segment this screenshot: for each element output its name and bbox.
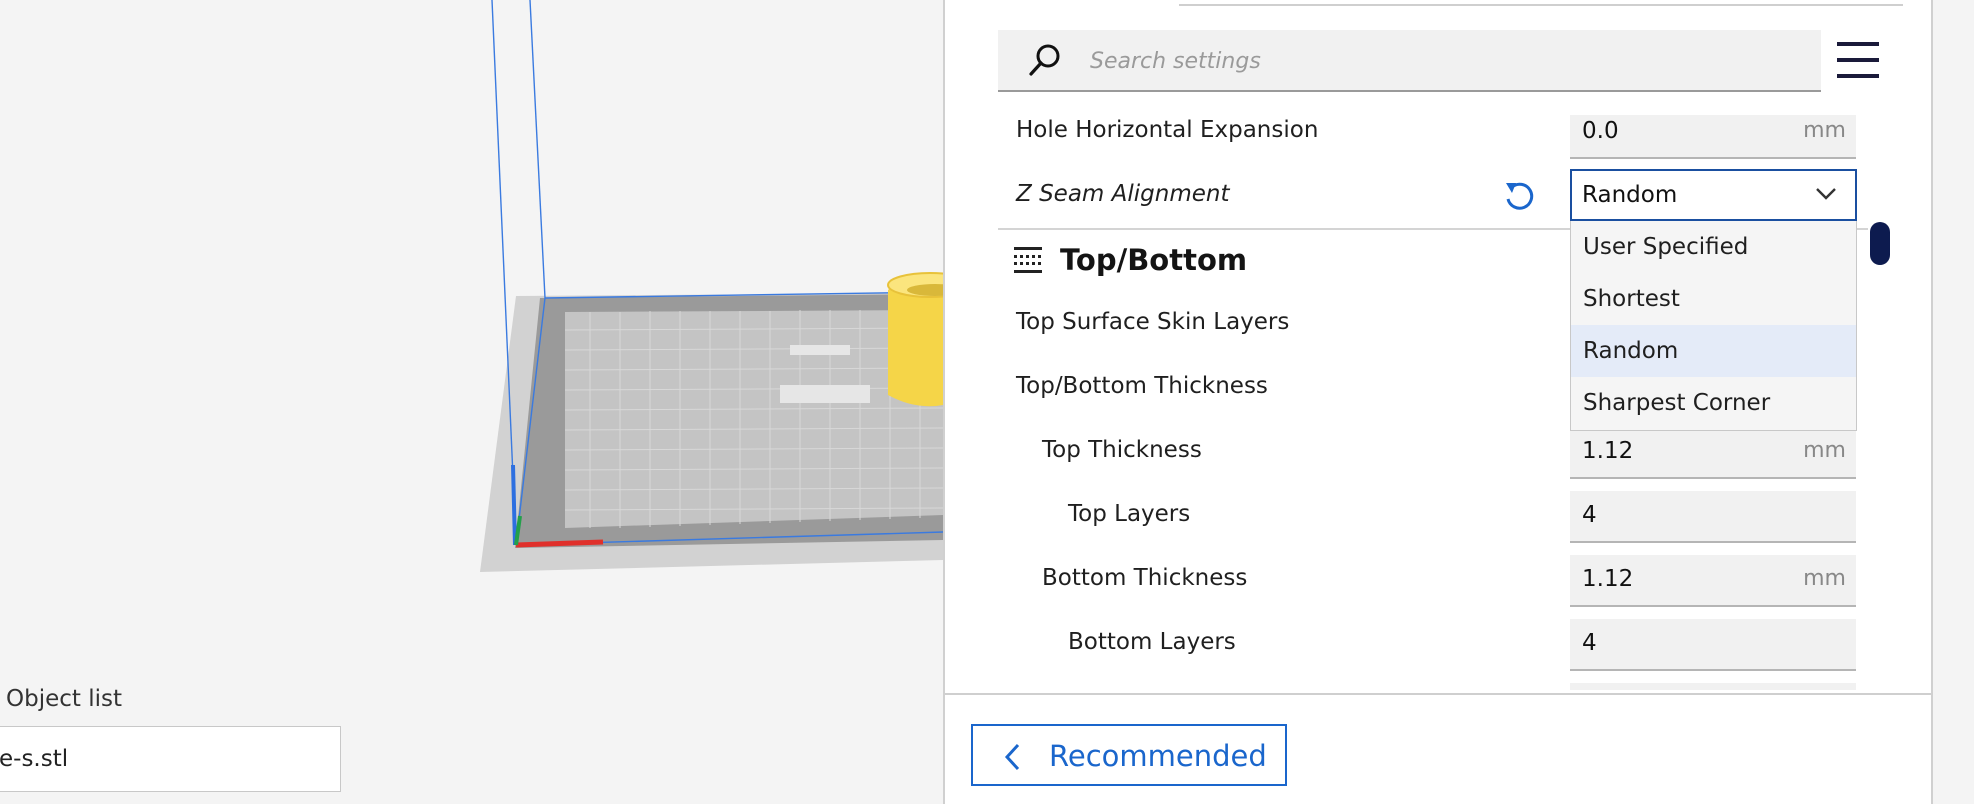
field-value: 0.0	[1582, 118, 1619, 144]
top-thickness-field[interactable]: 1.12 mm	[1570, 427, 1856, 479]
category-title: Top/Bottom	[1060, 243, 1248, 277]
dropdown-selected-value: Random	[1582, 182, 1678, 208]
setting-row-top-layers: Top Layers 4	[998, 485, 1858, 549]
setting-label: Bottom Layers	[1068, 629, 1236, 655]
search-icon	[1029, 44, 1060, 76]
next-setting-field[interactable]	[1570, 683, 1856, 690]
settings-menu-icon[interactable]	[1837, 40, 1879, 80]
header-divider	[1179, 0, 1903, 6]
top-layers-field[interactable]: 4	[1570, 491, 1856, 543]
setting-row-bottom-thickness: Bottom Thickness 1.12 mm	[998, 549, 1858, 613]
hole-expansion-field[interactable]: 0.0 mm	[1570, 115, 1856, 159]
field-unit: mm	[1803, 118, 1846, 143]
recommended-label: Recommended	[1049, 739, 1267, 773]
setting-label: Top Thickness	[1042, 437, 1202, 463]
object-list-label: Object list	[6, 686, 122, 712]
search-input[interactable]	[1088, 40, 1792, 82]
field-value: 1.12	[1582, 438, 1634, 464]
field-unit: mm	[1803, 438, 1846, 463]
build-plate-scene	[480, 0, 943, 572]
setting-row-hole-expansion: Hole Horizontal Expansion 0.0 mm	[998, 115, 1858, 165]
chevron-down-icon	[1816, 188, 1836, 200]
dropdown-option-shortest[interactable]: Shortest	[1571, 273, 1856, 325]
chevron-left-icon	[1004, 743, 1020, 771]
settings-scrollbar-thumb[interactable]	[1870, 222, 1890, 265]
print-settings-panel: Hole Horizontal Expansion 0.0 mm Z Seam …	[943, 0, 1933, 804]
dropdown-option-random[interactable]: Random	[1571, 325, 1856, 377]
setting-label: Top/Bottom Thickness	[1016, 373, 1268, 399]
window-edge	[1933, 0, 1974, 804]
field-value: 4	[1582, 502, 1597, 528]
z-seam-alignment-dropdown[interactable]: Random	[1570, 169, 1857, 221]
footer-divider	[945, 693, 1931, 695]
field-value: 4	[1582, 630, 1597, 656]
bottom-thickness-field[interactable]: 1.12 mm	[1570, 555, 1856, 607]
3d-viewport[interactable]: Object list e-s.stl	[0, 0, 943, 804]
reset-icon[interactable]	[1502, 179, 1536, 213]
setting-label: Bottom Thickness	[1042, 565, 1248, 591]
dropdown-option-user-specified[interactable]: User Specified	[1571, 221, 1856, 273]
recommended-button[interactable]: Recommended	[971, 724, 1287, 786]
setting-label: Top Surface Skin Layers	[1016, 309, 1290, 335]
field-unit: mm	[1803, 566, 1846, 591]
setting-row-bottom-layers: Bottom Layers 4	[998, 613, 1858, 677]
z-seam-options-list: User Specified Shortest Random Sharpest …	[1570, 221, 1857, 431]
top-bottom-category-icon	[1014, 247, 1042, 273]
object-list-item[interactable]: e-s.stl	[0, 726, 341, 792]
bottom-layers-field[interactable]: 4	[1570, 619, 1856, 671]
setting-label: Top Layers	[1068, 501, 1191, 527]
setting-label: Hole Horizontal Expansion	[1016, 117, 1319, 143]
dropdown-option-sharpest-corner[interactable]: Sharpest Corner	[1571, 377, 1856, 429]
setting-label: Z Seam Alignment	[1016, 181, 1230, 207]
search-bar[interactable]	[998, 30, 1821, 92]
field-value: 1.12	[1582, 566, 1634, 592]
